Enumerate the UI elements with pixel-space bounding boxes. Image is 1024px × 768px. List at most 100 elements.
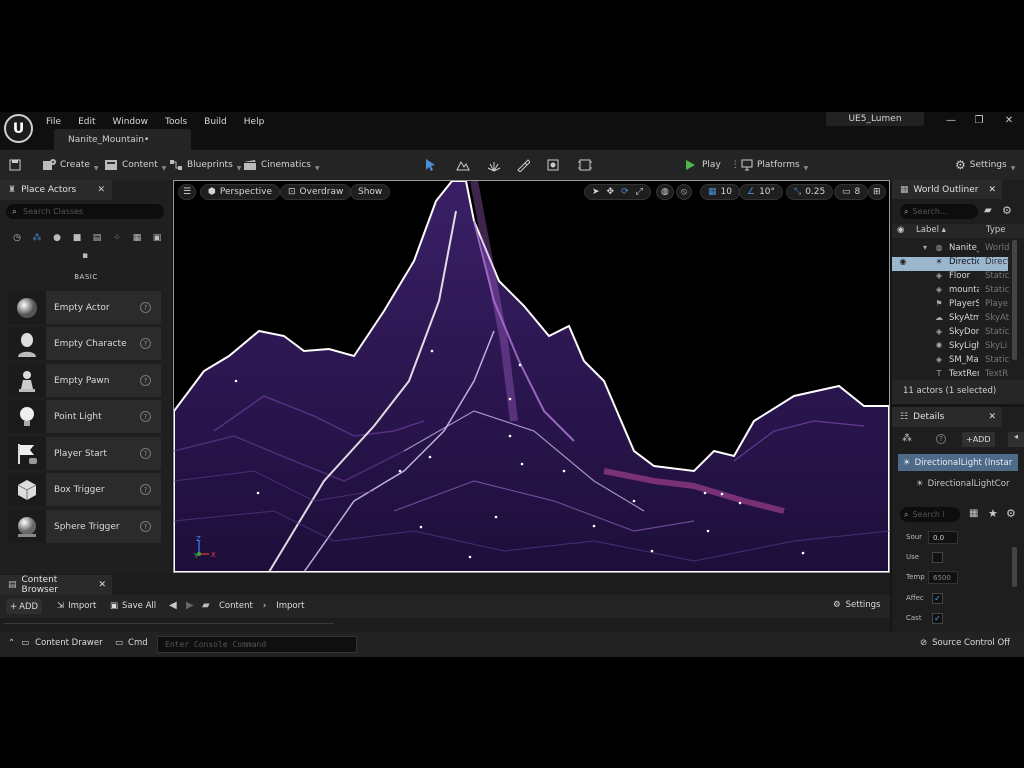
lights-category-icon[interactable]: ● <box>48 230 66 246</box>
outliner-row[interactable]: ⚑ PlayerS Playe <box>892 299 1010 313</box>
help-icon[interactable]: ? <box>140 411 151 422</box>
outliner-row[interactable]: ◈ SM_Ma Static <box>892 355 1010 369</box>
translate-tool-icon[interactable]: ✥ <box>607 187 615 197</box>
help-icon[interactable]: ? <box>140 484 151 495</box>
actor-item-empty-pawn[interactable]: Empty Pawn ? <box>8 364 161 397</box>
create-button[interactable]: Create ▼ <box>42 150 99 180</box>
save-all-button[interactable]: ▣ Save All <box>110 601 156 611</box>
search-classes-input[interactable]: ⌕ Search Classes <box>6 204 164 219</box>
modeling-mode-icon[interactable] <box>545 157 561 173</box>
help-icon[interactable]: ? <box>140 302 151 313</box>
landscape-mode-icon[interactable] <box>455 157 471 173</box>
scale-snap-button[interactable]: ⤡ 0.25 <box>786 184 834 200</box>
help-icon[interactable]: ? <box>936 434 946 444</box>
blueprints-button[interactable]: Blueprints ▼ <box>169 150 241 180</box>
add-content-button[interactable]: + ADD <box>6 599 43 614</box>
component-row-selected[interactable]: ☀ DirectionalLight (Instar <box>898 454 1018 471</box>
world-outliner-tab[interactable]: ▦ World Outliner ✕ <box>892 180 1002 199</box>
property-checkbox[interactable]: ✓ <box>932 613 943 624</box>
expand-arrow-icon[interactable]: ▾ <box>919 243 931 252</box>
settings-button[interactable]: ⚙ Settings ▼ <box>955 150 1015 180</box>
property-value-field[interactable]: 6500 <box>928 571 958 584</box>
visibility-icon[interactable]: ◉ <box>897 257 909 266</box>
menu-tools[interactable]: Tools <box>165 117 187 127</box>
content-button[interactable]: Content ▼ <box>104 150 166 180</box>
source-control-button[interactable]: ⊘ Source Control Off <box>920 638 1010 648</box>
cinematics-button[interactable]: Cinematics ▼ <box>243 150 320 180</box>
close-tab-icon[interactable]: ✕ <box>97 185 105 195</box>
content-drawer-button[interactable]: ⌃ ▭ Content Drawer <box>8 638 103 648</box>
content-browser-splitter[interactable] <box>4 623 334 628</box>
play-button[interactable]: Play ⋮ <box>684 150 740 180</box>
close-tab-icon[interactable]: ✕ <box>988 185 996 195</box>
menu-help[interactable]: Help <box>244 117 265 127</box>
details-search-input[interactable]: ⌕ Search I <box>900 507 960 522</box>
close-tab-icon[interactable]: ✕ <box>988 412 996 422</box>
mesh-paint-mode-icon[interactable] <box>515 157 531 173</box>
surface-snap-button[interactable]: ⦸ <box>676 184 692 200</box>
basic-category-icon[interactable]: ⁂ <box>28 230 46 246</box>
place-actors-tab[interactable]: ♜ Place Actors ✕ <box>0 180 112 200</box>
restore-icon[interactable]: ❐ <box>969 113 989 127</box>
outliner-row[interactable]: ✺ SkyLigh SkyLi <box>892 341 1010 355</box>
perspective-button[interactable]: ⬢ Perspective <box>200 184 280 200</box>
play-options-icon[interactable]: ⋮ <box>731 160 740 170</box>
actor-item-empty-actor[interactable]: Empty Actor ? <box>8 291 161 324</box>
help-icon[interactable]: ? <box>140 375 151 386</box>
level-viewport[interactable]: Y X Z ☰ ⬢ Perspective ⊡ Overdraw Show ➤ ✥ ⟳ … <box>173 180 890 573</box>
help-icon[interactable]: ? <box>140 448 151 459</box>
property-value-field[interactable]: 0.0 <box>928 531 958 544</box>
show-button[interactable]: Show <box>350 184 391 200</box>
cmd-button[interactable]: ▭ Cmd <box>115 638 148 648</box>
add-component-button[interactable]: + ADD <box>962 432 995 447</box>
breadcrumb-content[interactable]: Content <box>219 601 253 611</box>
details-tab[interactable]: ☷ Details ✕ <box>892 407 1002 427</box>
actor-item-player-start[interactable]: Player Start ? <box>8 437 161 470</box>
menu-file[interactable]: File <box>46 117 61 127</box>
volumes-category-icon[interactable]: ▦ <box>128 230 146 246</box>
camera-speed-button[interactable]: ▭ 8 <box>834 184 869 200</box>
all-classes-category-icon[interactable]: ▣ <box>148 230 166 246</box>
document-tab[interactable]: Nanite_Mountain• <box>54 129 191 150</box>
geometry-category-icon[interactable]: ▪ <box>76 248 94 264</box>
fracture-mode-icon[interactable] <box>577 157 593 173</box>
gear-icon[interactable]: ⚙ <box>1006 507 1016 520</box>
foliage-mode-icon[interactable] <box>486 157 502 173</box>
visual-effects-category-icon[interactable]: ⁘ <box>108 230 126 246</box>
outliner-row[interactable]: ◈ Floor Static <box>892 271 1010 285</box>
save-icon[interactable] <box>8 158 22 172</box>
favorites-star-icon[interactable]: ★ <box>988 507 998 520</box>
outliner-row-selected[interactable]: ◉ ☀ Directic Direct <box>892 257 1009 271</box>
details-scrollbar[interactable] <box>1012 547 1017 587</box>
label-column-header[interactable]: Label ▴ <box>916 225 946 235</box>
close-window-icon[interactable]: ✕ <box>999 113 1019 127</box>
outliner-scrollbar[interactable] <box>1012 240 1017 360</box>
menu-build[interactable]: Build <box>204 117 227 127</box>
outliner-row[interactable]: ☁ SkyAtm SkyAt <box>892 313 1010 327</box>
actor-item-box-trigger[interactable]: Box Trigger ? <box>8 473 161 506</box>
menu-window[interactable]: Window <box>113 117 149 127</box>
outliner-row[interactable]: ◈ SkyDon Static <box>892 327 1010 341</box>
close-tab-icon[interactable]: ✕ <box>98 580 106 590</box>
breadcrumb-import[interactable]: Import <box>276 601 304 611</box>
shapes-category-icon[interactable]: ■ <box>68 230 86 246</box>
recent-category-icon[interactable]: ◷ <box>8 230 26 246</box>
viewport-options-button[interactable]: ☰ <box>178 184 197 200</box>
property-matrix-icon[interactable]: ▦ <box>969 508 978 519</box>
back-icon[interactable]: ◀ <box>169 600 177 611</box>
component-row[interactable]: ☀ DirectionalLightCor <box>916 475 1022 492</box>
outliner-row[interactable]: T TextRer TextR <box>892 369 1010 379</box>
console-command-input[interactable]: Enter Console Command <box>157 636 357 653</box>
rotate-tool-icon[interactable]: ⟳ <box>621 187 629 197</box>
select-tool-icon[interactable]: ➤ <box>592 187 600 197</box>
menu-edit[interactable]: Edit <box>78 117 95 127</box>
rotation-snap-button[interactable]: ∠ 10° <box>739 184 784 200</box>
property-checkbox[interactable] <box>932 552 943 563</box>
help-icon[interactable]: ? <box>140 338 151 349</box>
minimize-icon[interactable]: — <box>941 113 961 127</box>
grid-snap-button[interactable]: ▦ 10 <box>700 184 740 200</box>
gear-icon[interactable]: ⚙ <box>1002 204 1012 217</box>
actor-item-empty-character[interactable]: Empty Characte ? <box>8 327 161 360</box>
viewport-layout-button[interactable]: ⊞ <box>868 184 886 200</box>
actor-item-point-light[interactable]: Point Light ? <box>8 400 161 433</box>
